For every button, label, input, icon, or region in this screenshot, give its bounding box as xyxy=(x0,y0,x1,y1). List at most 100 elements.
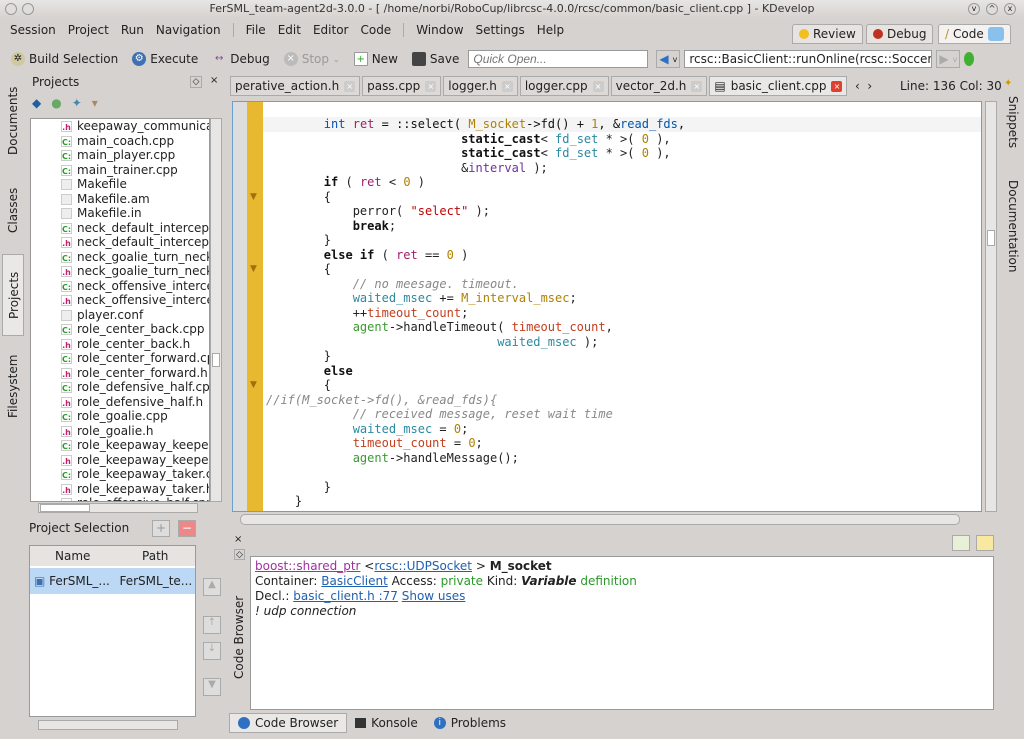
menu-run[interactable]: Run xyxy=(115,23,150,37)
filter-icon[interactable]: ✦ xyxy=(72,96,82,110)
tree-item[interactable]: C: role_center_forward.cp xyxy=(31,351,209,366)
tab-code-browser[interactable]: Code Browser xyxy=(229,713,348,733)
tree-item[interactable]: .h neck_goalie_turn_neck xyxy=(31,264,209,279)
type-link[interactable]: rcsc::UDPSocket xyxy=(374,559,472,573)
tab-problems[interactable]: i Problems xyxy=(426,713,514,733)
tree-item[interactable]: .h role_keepaway_taker.h xyxy=(31,482,209,497)
code-editor[interactable]: ▼ ▼ ▼ int ret = ::select( M_socket->fd()… xyxy=(232,101,982,512)
tree-item[interactable]: Makefile.am xyxy=(31,192,209,207)
column-header-path[interactable]: Path xyxy=(115,546,195,566)
tree-item[interactable]: C: main_player.cpp xyxy=(31,148,209,163)
tab-konsole[interactable]: Konsole xyxy=(347,713,426,733)
editor-vscrollbar[interactable] xyxy=(985,101,997,512)
editor-hscrollbar[interactable] xyxy=(240,514,960,525)
lock-icon[interactable] xyxy=(976,535,994,551)
tree-item[interactable]: C: role_center_back.cpp xyxy=(31,322,209,337)
menu-project[interactable]: Project xyxy=(62,23,115,37)
tree-item[interactable]: .h role_defensive_half.h xyxy=(31,395,209,410)
menu-file[interactable]: File xyxy=(240,23,272,37)
close-icon[interactable]: x xyxy=(1004,3,1016,15)
app-icon[interactable] xyxy=(5,3,17,15)
navigate-forward-button[interactable]: ▶ v xyxy=(936,50,961,68)
tree-item[interactable]: .h role_center_back.h xyxy=(31,337,209,352)
save-button[interactable]: Save xyxy=(407,52,464,66)
execute-button[interactable]: ⚙ Execute xyxy=(127,52,203,66)
navigate-back-button[interactable]: ◀ v xyxy=(656,50,681,68)
table-row[interactable]: ▣ FerSML_... FerSML_te... xyxy=(30,568,195,594)
clear-icon[interactable]: ▾ xyxy=(92,96,98,110)
tree-scrollbar[interactable] xyxy=(210,118,222,502)
container-link[interactable]: BasicClient xyxy=(321,574,388,588)
stop-button[interactable]: × Stop ⌄ xyxy=(279,52,345,66)
dock-tab-filesystem[interactable]: Filesystem xyxy=(2,346,24,426)
tree-item[interactable]: C: role_offensive_half.cpp xyxy=(31,496,209,501)
tree-item[interactable]: C: neck_offensive_interce xyxy=(31,279,209,294)
tree-item[interactable]: .h role_goalie.h xyxy=(31,424,209,439)
dock-tab-projects[interactable]: Projects xyxy=(2,254,24,336)
tab-document[interactable]: pass.cpp × xyxy=(362,76,442,96)
locate-icon[interactable]: ◆ xyxy=(32,96,41,110)
tree-item[interactable]: C: main_coach.cpp xyxy=(31,134,209,149)
quick-open-input[interactable] xyxy=(468,50,649,68)
float-icon[interactable]: ◇ xyxy=(234,549,245,560)
menu-edit[interactable]: Edit xyxy=(272,23,307,37)
move-down-button[interactable]: ↓ xyxy=(203,642,221,660)
tree-item[interactable]: C: role_goalie.cpp xyxy=(31,409,209,424)
tab-scroll-buttons[interactable]: ‹ › xyxy=(855,79,872,93)
close-tab-icon[interactable]: × xyxy=(344,80,356,92)
menu-editor[interactable]: Editor xyxy=(307,23,355,37)
move-bottom-button[interactable]: ▼ xyxy=(203,678,221,696)
close-tab-icon[interactable]: × xyxy=(425,80,437,92)
tab-document[interactable]: ▤ basic_client.cpp × xyxy=(709,76,848,96)
tree-item[interactable]: .h keepaway_communica xyxy=(31,119,209,134)
dock-tab-documents[interactable]: Documents xyxy=(2,76,24,166)
tree-item[interactable]: Makefile xyxy=(31,177,209,192)
fold-icon[interactable]: ▼ xyxy=(250,264,257,274)
declaration-link[interactable]: basic_client.h :77 xyxy=(293,589,398,603)
add-project-button[interactable]: + xyxy=(152,520,170,537)
selection-hscrollbar[interactable] xyxy=(38,720,178,730)
debug-button[interactable]: ↔ Debug xyxy=(207,52,274,66)
close-tab-icon[interactable]: × xyxy=(691,80,703,92)
dock-tab-snippets[interactable]: Snippets xyxy=(1002,96,1024,148)
tree-item[interactable]: player.conf xyxy=(31,308,209,323)
remove-project-button[interactable]: − xyxy=(178,520,196,537)
close-tab-icon[interactable]: × xyxy=(501,80,513,92)
fold-icon[interactable]: ▼ xyxy=(250,380,257,390)
fold-icon[interactable]: ▼ xyxy=(250,192,257,202)
menu-navigation[interactable]: Navigation xyxy=(150,23,227,37)
dock-tab-classes[interactable]: Classes xyxy=(2,180,24,240)
build-selection-button[interactable]: ✲ Build Selection xyxy=(6,52,123,66)
tree-item[interactable]: .h neck_default_intercept xyxy=(31,235,209,250)
tree-item[interactable]: .h role_keepaway_keeper xyxy=(31,453,209,468)
menu-session[interactable]: Session xyxy=(4,23,62,37)
project-tree[interactable]: .h keepaway_communica C: main_coach.cpp C: ma… xyxy=(30,118,210,502)
column-header-name[interactable]: Name xyxy=(30,546,115,566)
tab-document[interactable]: vector_2d.h × xyxy=(610,76,708,96)
move-top-button[interactable]: ▲ xyxy=(203,578,221,596)
tree-item[interactable]: C: main_trainer.cpp xyxy=(31,163,209,178)
menu-code[interactable]: Code xyxy=(354,23,397,37)
pin-icon[interactable] xyxy=(22,3,34,15)
area-review[interactable]: Review xyxy=(792,24,863,44)
reload-icon[interactable]: ● xyxy=(51,96,61,110)
menu-settings[interactable]: Settings xyxy=(470,23,531,37)
maximize-icon[interactable]: ^ xyxy=(986,3,998,15)
move-up-button[interactable]: ↑ xyxy=(203,616,221,634)
tree-item[interactable]: C: role_defensive_half.cpp xyxy=(31,380,209,395)
tree-item[interactable]: C: neck_goalie_turn_neck xyxy=(31,250,209,265)
bulb-icon[interactable] xyxy=(964,52,975,66)
context-browser-field[interactable]: rcsc::BasicClient::runOnline(rcsc::Socce… xyxy=(684,50,933,68)
tab-document[interactable]: perative_action.h × xyxy=(230,76,361,96)
tab-document[interactable]: logger.cpp × xyxy=(519,76,609,96)
area-debug[interactable]: Debug xyxy=(866,24,934,44)
menu-help[interactable]: Help xyxy=(531,23,570,37)
lookup-icon[interactable] xyxy=(952,535,970,551)
dock-tab-documentation[interactable]: Documentation xyxy=(1002,176,1024,276)
area-menu-icon[interactable] xyxy=(987,27,1004,41)
folding-markers[interactable]: ▼ ▼ ▼ xyxy=(247,102,263,511)
tree-hscrollbar[interactable] xyxy=(38,503,198,513)
tree-item[interactable]: .h neck_offensive_interce xyxy=(31,293,209,308)
menu-window[interactable]: Window xyxy=(410,23,469,37)
tree-item[interactable]: C: neck_default_intercept xyxy=(31,221,209,236)
